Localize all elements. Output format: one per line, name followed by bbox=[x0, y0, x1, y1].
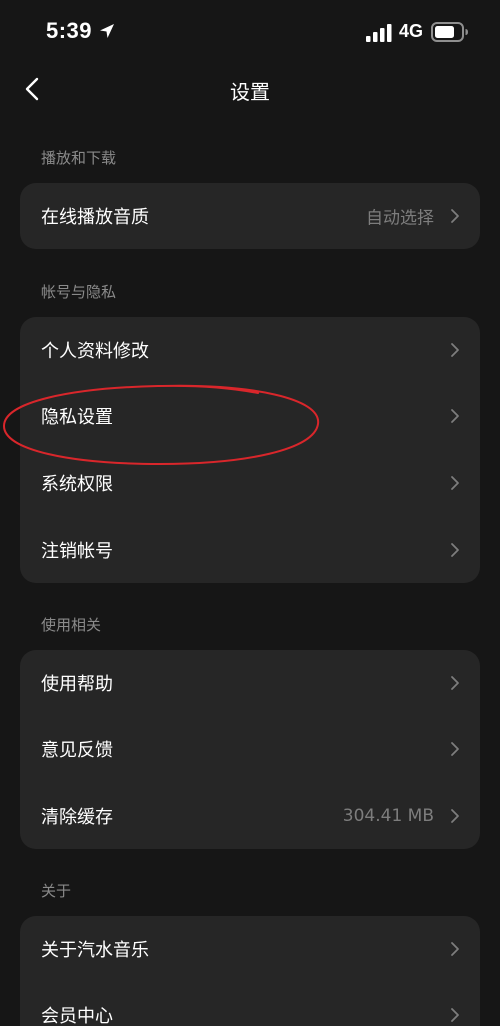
navigation-bar: 设置 bbox=[0, 66, 500, 112]
card-account-privacy: 个人资料修改 隐私设置 系统权限 注销帐号 bbox=[20, 317, 480, 583]
section-header-playback: 播放和下载 bbox=[41, 149, 117, 167]
row-label: 注销帐号 bbox=[41, 541, 113, 562]
row-label: 个人资料修改 bbox=[41, 341, 149, 362]
row-label: 在线播放音质 bbox=[41, 207, 149, 228]
card-playback: 在线播放音质 自动选择 bbox=[20, 183, 480, 249]
chevron-right-icon bbox=[451, 476, 459, 490]
row-delete-account[interactable]: 注销帐号 bbox=[20, 517, 480, 583]
chevron-right-icon bbox=[451, 409, 459, 423]
chevron-right-icon bbox=[451, 742, 459, 756]
chevron-right-icon bbox=[451, 676, 459, 690]
row-clear-cache[interactable]: 清除缓存 304.41 MB bbox=[20, 783, 480, 849]
row-label: 使用帮助 bbox=[41, 674, 113, 695]
row-label: 清除缓存 bbox=[41, 807, 113, 828]
status-time: 5:39 bbox=[46, 18, 93, 43]
page-title: 设置 bbox=[230, 80, 270, 104]
row-feedback[interactable]: 意见反馈 bbox=[20, 716, 480, 782]
row-label: 关于汽水音乐 bbox=[41, 940, 149, 961]
cache-size-value: 304.41 MB bbox=[342, 806, 434, 826]
row-privacy-settings[interactable]: 隐私设置 bbox=[20, 383, 480, 449]
section-header-usage: 使用相关 bbox=[41, 616, 102, 634]
section-header-about: 关于 bbox=[41, 882, 72, 900]
row-system-permissions[interactable]: 系统权限 bbox=[20, 450, 480, 516]
chevron-right-icon bbox=[451, 543, 459, 557]
row-label: 隐私设置 bbox=[41, 407, 113, 428]
battery-icon bbox=[431, 22, 468, 42]
location-arrow-icon bbox=[100, 24, 114, 38]
settings-screen: 5:39 4G 设置 播放和下载 在线播放音质 自动选择 帐号与隐私 个人资料修… bbox=[0, 0, 500, 1026]
network-type: 4G bbox=[399, 21, 424, 41]
card-usage: 使用帮助 意见反馈 清除缓存 304.41 MB bbox=[20, 650, 480, 849]
status-bar: 5:39 4G bbox=[0, 0, 500, 66]
chevron-right-icon bbox=[451, 809, 459, 823]
signal-strength-icon bbox=[366, 24, 392, 42]
card-about: 关于汽水音乐 会员中心 bbox=[20, 916, 480, 1026]
section-header-account-privacy: 帐号与隐私 bbox=[41, 283, 117, 301]
row-about-app[interactable]: 关于汽水音乐 bbox=[20, 916, 480, 982]
chevron-right-icon bbox=[451, 209, 459, 223]
row-help[interactable]: 使用帮助 bbox=[20, 650, 480, 716]
row-edit-profile[interactable]: 个人资料修改 bbox=[20, 317, 480, 383]
chevron-right-icon bbox=[451, 343, 459, 357]
chevron-right-icon bbox=[451, 942, 459, 956]
row-member-center[interactable]: 会员中心 bbox=[20, 982, 480, 1026]
row-label: 意见反馈 bbox=[41, 740, 113, 761]
row-online-playback-quality[interactable]: 在线播放音质 自动选择 bbox=[20, 183, 480, 249]
chevron-right-icon bbox=[451, 1008, 459, 1022]
row-label: 系统权限 bbox=[41, 474, 113, 495]
row-value: 自动选择 bbox=[366, 208, 434, 229]
row-label: 会员中心 bbox=[41, 1006, 113, 1026]
